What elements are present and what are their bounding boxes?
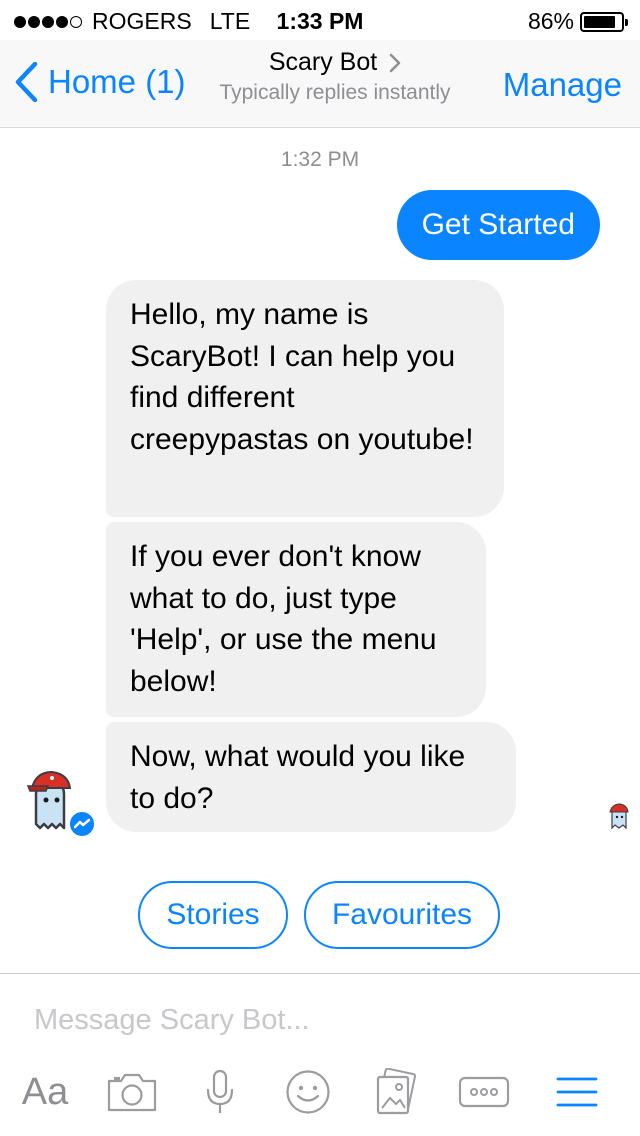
manage-button[interactable]: Manage (503, 66, 622, 104)
incoming-message[interactable]: If you ever don't know what to do, just … (106, 522, 486, 717)
battery-fill (584, 15, 615, 28)
quick-reply-stories[interactable]: Stories (138, 881, 288, 949)
quick-reply-favourites[interactable]: Favourites (304, 881, 500, 949)
microphone-icon[interactable] (196, 1062, 244, 1122)
conversation-title: Scary Bot (268, 48, 378, 76)
navigation-bar: Home (1) Scary Bot Typically replies ins… (0, 40, 640, 128)
battery-nub (625, 18, 628, 26)
composer-divider (0, 973, 640, 974)
incoming-message[interactable]: Now, what would you like to do? (106, 722, 516, 832)
gallery-icon[interactable] (372, 1062, 420, 1122)
composer-toolbar: Aa (0, 1062, 640, 1122)
back-button[interactable]: Home (1) (14, 62, 186, 102)
outgoing-message[interactable]: Get Started (396, 190, 600, 260)
chevron-right-icon (389, 53, 401, 72)
status-bar: ROGERS LTE 1:33 PM 86% (0, 0, 640, 40)
text-format-icon[interactable]: Aa (18, 1062, 72, 1122)
menu-icon[interactable] (554, 1062, 600, 1122)
conversation-title-row: Scary Bot (269, 48, 401, 77)
emoji-icon[interactable] (284, 1062, 332, 1122)
messenger-bolt-icon (73, 818, 91, 829)
more-icon[interactable] (456, 1062, 512, 1122)
messenger-badge-icon (68, 810, 96, 838)
conversation-header[interactable]: Scary Bot Typically replies instantly (190, 48, 480, 105)
status-right: 86% (527, 8, 628, 35)
read-receipt-avatar (609, 803, 629, 830)
back-label: Home (1) (48, 63, 186, 100)
battery-percentage: 86% (527, 8, 574, 34)
conversation-subtitle: Typically replies instantly (219, 81, 451, 104)
message-input[interactable] (34, 1000, 614, 1040)
message-timestamp: 1:32 PM (280, 148, 360, 171)
incoming-message[interactable]: Hello, my name is ScaryBot! I can help y… (106, 280, 504, 517)
camera-icon[interactable] (104, 1062, 160, 1122)
chevron-left-icon (15, 62, 38, 102)
battery-icon (580, 11, 628, 32)
